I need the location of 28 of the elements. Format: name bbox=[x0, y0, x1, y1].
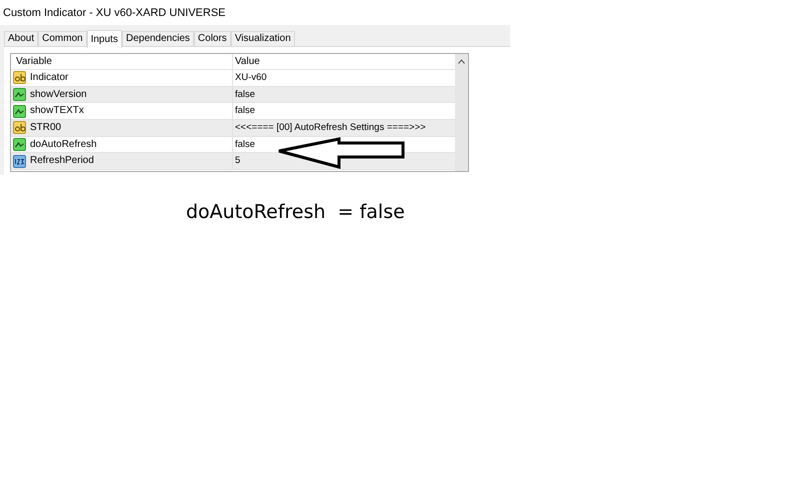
scrollbar[interactable] bbox=[455, 54, 468, 171]
toggle-icon bbox=[13, 88, 26, 102]
variable-name: showTEXTx bbox=[30, 104, 84, 118]
caption-text: doAutoRefresh = false bbox=[186, 200, 405, 225]
column-header[interactable]: Value bbox=[233, 54, 456, 69]
toggle-icon bbox=[13, 138, 26, 152]
text-icon bbox=[13, 121, 26, 134]
scroll-up-icon[interactable] bbox=[458, 59, 465, 64]
value-cell[interactable]: false bbox=[233, 103, 456, 120]
tab[interactable]: About bbox=[4, 31, 38, 47]
tab[interactable]: Inputs bbox=[86, 30, 122, 48]
variable-name: doAutoRefresh bbox=[30, 138, 97, 152]
window-title: Custom Indicator - XU v60-XARD UNIVERSE bbox=[3, 6, 226, 21]
number-icon bbox=[13, 154, 26, 168]
variable-name: showVersion bbox=[30, 88, 87, 102]
value-cell[interactable]: <<<==== [00] AutoRefresh Settings ====>>> bbox=[233, 120, 456, 136]
variable-name: Indicator bbox=[30, 70, 68, 85]
tab[interactable]: Dependencies bbox=[122, 31, 194, 47]
value-cell[interactable]: XU-v60 bbox=[233, 70, 456, 86]
tab[interactable]: Visualization bbox=[230, 31, 295, 47]
variable-name: STR00 bbox=[30, 120, 62, 135]
variable-name: RefreshPeriod bbox=[30, 154, 94, 168]
column-header[interactable]: Variable bbox=[11, 54, 233, 69]
text-icon bbox=[13, 71, 26, 84]
tab[interactable]: Common bbox=[38, 31, 87, 47]
tab[interactable]: Colors bbox=[194, 31, 231, 47]
value-cell[interactable]: false bbox=[233, 86, 456, 102]
toggle-icon bbox=[13, 104, 26, 118]
